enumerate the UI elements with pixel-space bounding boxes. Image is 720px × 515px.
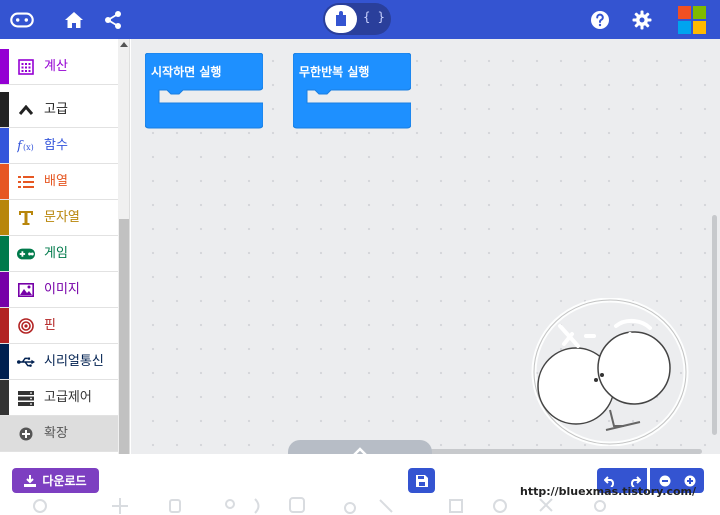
server-icon	[17, 389, 35, 407]
toolbox-scroll-thumb[interactable]	[119, 219, 129, 454]
category-label: 배열	[44, 174, 68, 189]
gamepad-icon	[17, 245, 35, 263]
microsoft-logo	[678, 6, 706, 34]
on-start-label: 시작하면 실행	[151, 65, 222, 79]
image-icon	[17, 281, 35, 299]
category-label: 확장	[44, 426, 68, 441]
blocks-workspace[interactable]: 시작하면 실행 무한반복 실행	[131, 39, 720, 454]
list-icon	[17, 173, 35, 191]
usb-icon	[17, 353, 35, 371]
top-bar: { }	[0, 0, 720, 39]
target-icon	[17, 317, 35, 335]
category-label: 문자열	[44, 210, 80, 225]
toolbox-category-8[interactable]: 핀	[0, 308, 118, 344]
toolbox-category-9[interactable]: 시리얼통신	[0, 344, 118, 380]
download-button[interactable]: 다운로드	[12, 468, 99, 493]
category-color-stripe	[0, 308, 9, 343]
category-label: 게임	[44, 246, 68, 261]
toolbox-category-7[interactable]: 이미지	[0, 272, 118, 308]
category-color-stripe	[0, 128, 9, 163]
toolbox-category-10[interactable]: 고급제어	[0, 380, 118, 416]
decorative-strip	[33, 497, 606, 514]
toolbox-category-2[interactable]: 고급	[0, 92, 118, 128]
category-color-stripe	[0, 164, 9, 199]
toolbox-category-1[interactable]: 계산	[0, 49, 118, 85]
bottom-bar: 다운로드 http://bluexmas.tistory.com/	[0, 454, 720, 515]
category-label: 함수	[44, 138, 68, 153]
function-icon: f (x)	[17, 137, 35, 155]
category-color-stripe	[0, 272, 9, 307]
toolbox-category-4[interactable]: 배열	[0, 164, 118, 200]
toolbox-category-6[interactable]: 게임	[0, 236, 118, 272]
category-color-stripe	[0, 344, 9, 379]
category-label: 고급제어	[44, 390, 92, 405]
javascript-mode-button[interactable]: { }	[363, 10, 385, 28]
category-color-stripe	[0, 236, 9, 271]
category-label: 고급	[44, 102, 68, 117]
category-label: 계산	[44, 59, 68, 74]
chevron-up-icon	[17, 101, 35, 119]
category-label: 시리얼통신	[44, 354, 104, 369]
download-icon	[24, 474, 37, 487]
ms-red-square	[678, 6, 691, 19]
save-icon	[415, 474, 428, 487]
ms-blue-square	[678, 21, 691, 34]
scroll-up-arrow-icon[interactable]	[120, 42, 128, 47]
share-icon[interactable]	[101, 9, 125, 31]
plus-circle-icon	[17, 425, 35, 443]
category-color-stripe	[0, 380, 9, 415]
toolbox: 계산고급 f (x) 함수배열문자열게임이미지핀시리얼통신고급제어확장	[0, 39, 130, 454]
text-icon	[17, 209, 35, 227]
save-button[interactable]	[408, 468, 435, 493]
watermark-url: http://bluexmas.tistory.com/	[520, 485, 697, 498]
workspace-vertical-scrollbar[interactable]	[712, 215, 717, 435]
forever-label: 무한반복 실행	[299, 65, 370, 79]
ms-green-square	[693, 6, 706, 19]
gear-icon[interactable]	[630, 9, 654, 31]
ms-yellow-square	[693, 21, 706, 34]
category-color-stripe	[0, 200, 9, 235]
category-color-stripe	[0, 92, 9, 127]
toolbox-category-11[interactable]: 확장	[0, 416, 118, 452]
help-icon[interactable]	[588, 9, 612, 31]
category-label: 핀	[44, 318, 56, 333]
download-label: 다운로드	[42, 474, 87, 488]
on-start-block[interactable]: 시작하면 실행	[144, 52, 264, 133]
svg-text:(x): (x)	[23, 143, 34, 152]
puzzle-icon	[336, 11, 346, 26]
category-label: 이미지	[44, 282, 80, 297]
category-color-stripe	[0, 416, 9, 451]
toolbox-category-3[interactable]: f (x) 함수	[0, 128, 118, 164]
editor-mode-toggle[interactable]: { }	[323, 3, 391, 35]
category-color-stripe	[0, 49, 9, 84]
forever-block[interactable]: 무한반복 실행	[292, 52, 412, 133]
blocks-mode-button[interactable]	[325, 5, 357, 33]
home-icon[interactable]	[62, 9, 86, 31]
microbit-logo-icon[interactable]	[10, 9, 34, 31]
calculator-icon	[17, 58, 35, 76]
toolbox-category-5[interactable]: 문자열	[0, 200, 118, 236]
